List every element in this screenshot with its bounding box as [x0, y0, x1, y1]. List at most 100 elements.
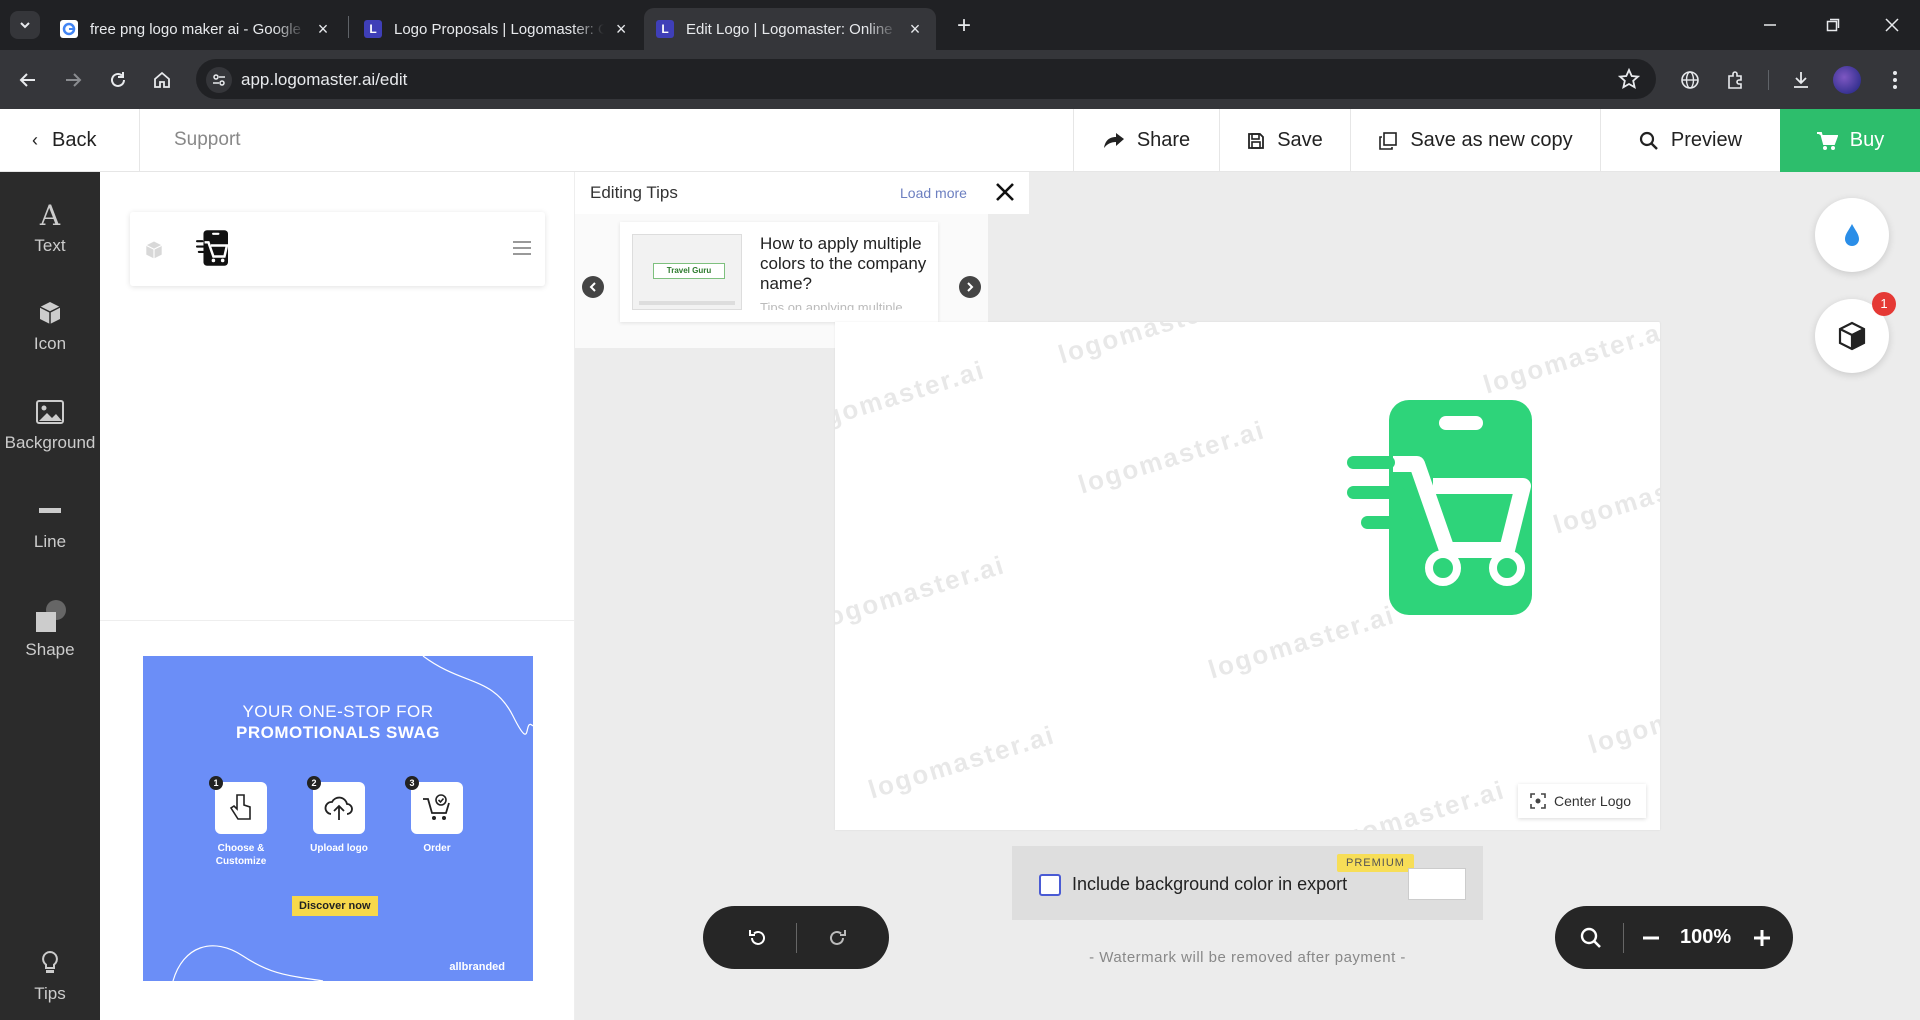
tip-thumbnail-label: Travel Guru	[653, 263, 725, 279]
center-logo-button[interactable]: Center Logo	[1518, 784, 1646, 818]
tip-title: How to apply multiple colors to the comp…	[760, 234, 927, 293]
buy-button[interactable]: Buy	[1780, 109, 1920, 172]
tip-thumbnail: Travel Guru	[632, 234, 742, 310]
close-icon[interactable]: ×	[612, 19, 630, 39]
premium-badge: PREMIUM	[1337, 854, 1414, 872]
tool-rail: A Text Icon Background Line Shape Tips	[0, 172, 100, 1020]
include-background-checkbox[interactable]	[1039, 874, 1061, 896]
cart-icon	[1816, 131, 1838, 150]
minus-icon	[1643, 936, 1659, 940]
redo-icon	[830, 930, 846, 945]
line-icon	[39, 494, 61, 528]
share-icon	[1103, 132, 1124, 148]
back-nav-button[interactable]	[13, 65, 43, 95]
bookmark-star-icon[interactable]	[1618, 68, 1640, 90]
share-label: Share	[1136, 129, 1191, 151]
preview-label: Preview	[1670, 129, 1743, 151]
chevron-left-icon: ‹	[32, 130, 38, 150]
load-more-link[interactable]: Load more	[900, 185, 967, 201]
save-button[interactable]: Save	[1219, 109, 1350, 172]
site-info-icon[interactable]	[206, 67, 232, 93]
restore-button[interactable]	[1818, 10, 1848, 40]
watermark-text: logomaster.ai	[835, 549, 1009, 635]
rail-label: Shape	[25, 640, 75, 659]
forward-nav-button[interactable]	[58, 65, 88, 95]
tab-google-search[interactable]: free png logo maker ai - Google Search ×	[48, 8, 344, 50]
profile-avatar[interactable]	[1833, 66, 1861, 94]
carousel-next-arrow-icon[interactable]	[959, 276, 981, 298]
rail-item-text[interactable]: A Text	[0, 198, 100, 256]
browser-toolbar: app.logomaster.ai/edit	[0, 50, 1920, 109]
step-label: Order	[423, 843, 451, 854]
share-button[interactable]: Share	[1073, 109, 1219, 172]
rail-item-tips[interactable]: Tips	[0, 946, 100, 1004]
layer-list-item[interactable]	[130, 212, 545, 286]
tab-separator	[348, 16, 349, 38]
translate-button[interactable]	[1675, 65, 1705, 95]
cube-icon	[37, 296, 63, 330]
watermark-text: logomaster.ai	[1479, 322, 1660, 400]
zoom-out-button[interactable]	[1636, 923, 1666, 953]
close-icon[interactable]: ×	[906, 19, 924, 39]
lightbulb-icon	[41, 946, 59, 980]
puzzle-icon	[1728, 71, 1742, 89]
include-background-label: Include background color in export	[1072, 874, 1348, 894]
redo-button[interactable]	[822, 923, 852, 953]
carousel-prev-arrow-icon[interactable]	[582, 276, 604, 298]
tab-edit-logo[interactable]: L Edit Logo | Logomaster: Online Logo Ma…	[644, 8, 936, 50]
rail-item-background[interactable]: Background	[0, 395, 100, 453]
export-options: Include background color in export PREMI…	[1012, 846, 1483, 920]
background-color-swatch[interactable]	[1408, 868, 1466, 900]
pointer-hand-icon	[229, 794, 251, 820]
tab-logo-proposals[interactable]: L Logo Proposals | Logomaster: Online Lo…	[352, 8, 642, 50]
ad-step: 2 Upload logo	[299, 776, 379, 855]
reload-icon	[111, 72, 125, 87]
step-label: Choose & Customize	[215, 843, 267, 867]
discover-now-button[interactable]: Discover now	[292, 896, 378, 916]
app-header: ‹ Back Support Share Save Save as new co…	[0, 109, 1920, 172]
divider	[796, 923, 797, 953]
zoom-search-button[interactable]	[1576, 923, 1606, 953]
address-bar[interactable]: app.logomaster.ai/edit	[196, 59, 1656, 99]
drag-handle-icon[interactable]	[513, 241, 531, 255]
watermark-text: logomaster.ai	[864, 719, 1059, 805]
home-button[interactable]	[147, 65, 177, 95]
preview-button[interactable]: Preview	[1600, 109, 1780, 172]
rail-item-icon[interactable]: Icon	[0, 296, 100, 354]
search-icon	[1580, 927, 1601, 948]
thumb-scrollbar	[639, 301, 735, 305]
tip-card[interactable]: Travel Guru How to apply multiple colors…	[620, 222, 938, 322]
shopping-cart-phone-logo-icon[interactable]	[1347, 400, 1532, 615]
rail-item-shape[interactable]: Shape	[0, 596, 100, 660]
browser-menu-button[interactable]	[1880, 65, 1910, 95]
zoom-in-button[interactable]	[1747, 923, 1777, 953]
google-icon	[60, 20, 78, 38]
ad-step: 3 Order	[397, 776, 477, 855]
new-tab-button[interactable]: +	[950, 12, 978, 40]
rail-label: Line	[33, 532, 67, 551]
reload-button[interactable]	[103, 65, 133, 95]
rail-item-line[interactable]: Line	[0, 494, 100, 552]
support-link[interactable]: Support	[174, 129, 241, 151]
back-button[interactable]: ‹ Back	[0, 109, 140, 172]
buy-label: Buy	[1849, 129, 1885, 151]
watermark-text: logomaster.ai	[1584, 674, 1660, 760]
close-icon[interactable]: ×	[314, 19, 332, 39]
logo-canvas[interactable]: logomaster.ai logomaster.ai logomaster.a…	[835, 322, 1660, 830]
globe-icon	[1681, 71, 1699, 89]
extensions-button[interactable]	[1721, 65, 1751, 95]
color-fill-button[interactable]	[1815, 198, 1889, 272]
tab-search-button[interactable]	[10, 11, 40, 39]
save-as-new-copy-button[interactable]: Save as new copy	[1350, 109, 1600, 172]
panel-divider	[100, 620, 575, 621]
minimize-button[interactable]	[1755, 10, 1785, 40]
downloads-button[interactable]	[1786, 65, 1816, 95]
close-window-button[interactable]	[1877, 10, 1907, 40]
undo-button[interactable]	[743, 923, 773, 953]
notification-badge: 1	[1872, 292, 1896, 316]
promo-ad-banner[interactable]: YOUR ONE-STOP FOR PROMOTIONALS SWAG 1 Ch…	[143, 656, 533, 981]
arrow-left-icon	[19, 73, 35, 87]
arrow-right-icon	[66, 73, 82, 87]
cube-icon[interactable]	[144, 240, 164, 260]
close-icon[interactable]	[993, 180, 1017, 204]
